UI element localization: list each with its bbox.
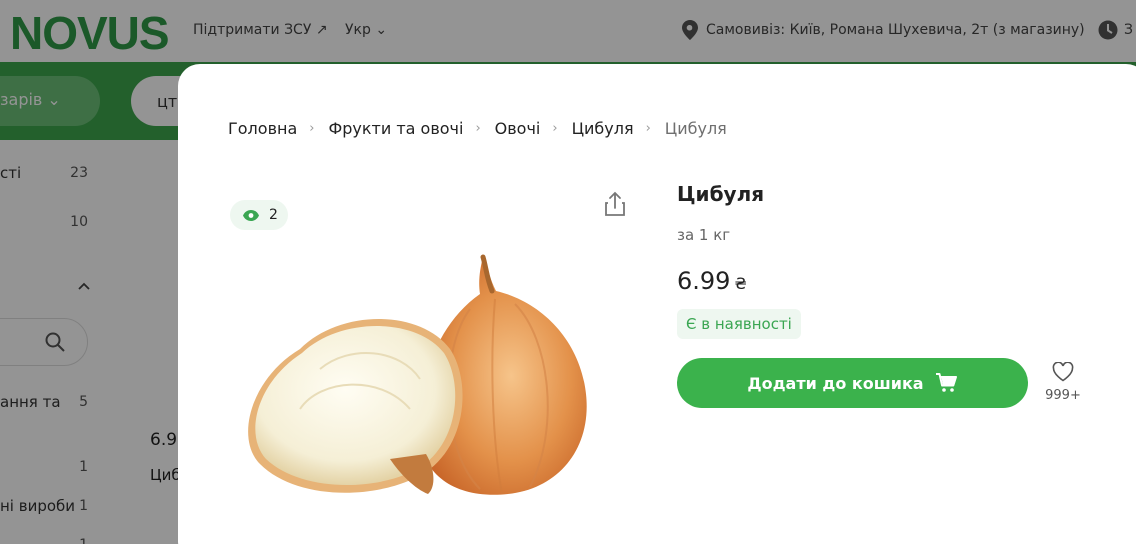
add-to-cart-label: Додати до кошика: [747, 373, 924, 393]
chevron-right-icon: ›: [552, 121, 558, 136]
chevron-right-icon: ›: [645, 121, 651, 136]
heart-icon: [1052, 361, 1074, 382]
product-unit: за 1 кг: [677, 226, 731, 244]
price-value: 6.99: [677, 267, 731, 295]
product-modal: Головна › Фрукти та овочі › Овочі › Цибу…: [178, 64, 1136, 544]
product-title: Цибуля: [677, 182, 765, 206]
favorite-count: 999+: [1045, 388, 1081, 403]
stock-status-badge: Є в наявності: [677, 309, 801, 339]
breadcrumb-onion-category[interactable]: Цибуля: [572, 119, 634, 138]
breadcrumb: Головна › Фрукти та овочі › Овочі › Цибу…: [228, 119, 727, 138]
breadcrumb-home[interactable]: Головна: [228, 119, 297, 138]
product-price: 6.99 ₴: [677, 267, 747, 295]
breadcrumb-current: Цибуля: [664, 119, 727, 138]
price-currency: ₴: [734, 274, 747, 293]
add-to-cart-button[interactable]: Додати до кошика: [677, 358, 1028, 408]
views-badge: 2: [230, 200, 288, 230]
cart-icon: [935, 373, 957, 392]
views-count: 2: [269, 207, 278, 223]
product-image: [248, 254, 587, 495]
chevron-right-icon: ›: [475, 121, 481, 136]
share-icon[interactable]: [602, 190, 628, 218]
favorite-button[interactable]: 999+: [1040, 361, 1086, 403]
breadcrumb-vegetables[interactable]: Овочі: [495, 119, 541, 138]
chevron-right-icon: ›: [309, 121, 315, 136]
eye-icon: [243, 209, 259, 221]
breadcrumb-fruits-vegetables[interactable]: Фрукти та овочі: [328, 119, 463, 138]
